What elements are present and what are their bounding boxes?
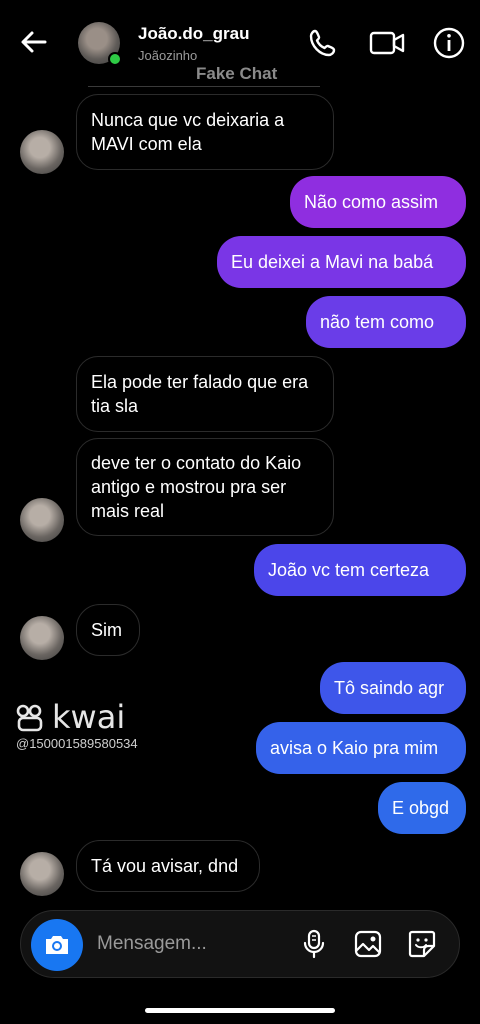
contact-avatar-small: [20, 130, 64, 174]
message-bubble-received[interactable]: Ela pode ter falado que era tia sla: [76, 356, 334, 432]
message-bubble-sent[interactable]: E obgd: [378, 782, 466, 834]
message-composer: Mensagem...: [20, 910, 460, 978]
contact-avatar-small: [20, 852, 64, 896]
message-bubble-received[interactable]: Sim: [76, 604, 140, 656]
fake-chat-watermark: Fake Chat: [196, 64, 278, 83]
contact-subname: Joãozinho: [138, 48, 198, 63]
camera-icon: [46, 936, 68, 954]
phone-icon[interactable]: [306, 26, 340, 60]
message-bubble-sent[interactable]: Eu deixei a Mavi na babá: [217, 236, 466, 288]
message-bubble-sent[interactable]: não tem como: [306, 296, 466, 348]
kwai-watermark: kwai @150001589580534: [16, 698, 176, 752]
sticker-icon[interactable]: [407, 929, 437, 959]
kwai-wordmark: kwai: [52, 698, 126, 736]
message-bubble-sent[interactable]: João vc tem certeza: [254, 544, 466, 596]
video-icon[interactable]: [368, 26, 406, 60]
message-input[interactable]: Mensagem...: [97, 933, 207, 955]
contact-avatar-small: [20, 616, 64, 660]
message-bubble-received[interactable]: Nunca que vc deixaria a MAVI com ela: [76, 94, 334, 170]
contact-username[interactable]: João.do_grau: [138, 24, 249, 44]
kwai-logo-icon: [16, 704, 43, 732]
header-divider: [88, 86, 320, 87]
message-bubble-received[interactable]: Tá vou avisar, dnd: [76, 840, 260, 892]
camera-button[interactable]: [31, 919, 83, 971]
contact-avatar-small: [20, 498, 64, 542]
microphone-icon[interactable]: [299, 929, 329, 959]
contact-avatar[interactable]: [78, 22, 122, 66]
chat-header: João.do_grau Joãozinho Fake Chat: [0, 0, 480, 88]
home-indicator[interactable]: [145, 1008, 335, 1013]
info-icon[interactable]: [432, 26, 466, 60]
message-bubble-sent[interactable]: Não como assim: [290, 176, 466, 228]
message-bubble-sent[interactable]: Tô saindo agr: [320, 662, 466, 714]
message-bubble-received[interactable]: deve ter o contato do Kaio antigo e most…: [76, 438, 334, 536]
online-indicator: [108, 52, 122, 66]
kwai-user-id: @150001589580534: [16, 736, 138, 751]
message-bubble-sent[interactable]: avisa o Kaio pra mim: [256, 722, 466, 774]
image-icon[interactable]: [353, 929, 383, 959]
back-arrow-icon[interactable]: [18, 26, 50, 58]
